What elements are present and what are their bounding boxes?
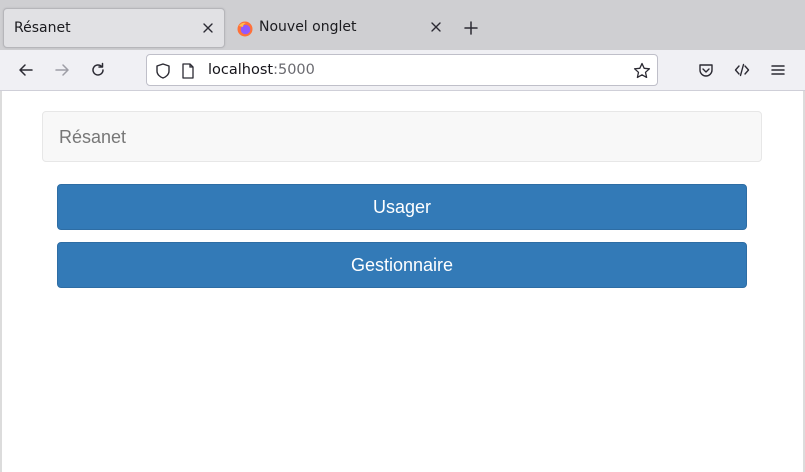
- tab-title: Résanet: [14, 20, 71, 36]
- back-button[interactable]: [14, 58, 38, 82]
- browser-window: Résanet Nouvel onglet localhost:5000 Rés…: [0, 0, 805, 472]
- tab-title: Nouvel onglet: [259, 19, 357, 35]
- pocket-button[interactable]: [694, 58, 718, 82]
- pocket-icon: [699, 64, 713, 77]
- tab-resanet[interactable]: Résanet: [3, 8, 225, 48]
- url-bar[interactable]: localhost:5000: [146, 54, 658, 86]
- page-icon: [180, 62, 196, 80]
- navigation-toolbar: localhost:5000: [0, 50, 805, 91]
- plus-icon: [464, 21, 478, 35]
- devtools-button[interactable]: [730, 58, 754, 82]
- reload-icon: [92, 62, 104, 76]
- new-tab-button[interactable]: [460, 17, 482, 39]
- usager-button[interactable]: Usager: [57, 184, 747, 230]
- menu-button[interactable]: [766, 58, 790, 82]
- arrow-right-icon: [55, 64, 69, 76]
- gestionnaire-button[interactable]: Gestionnaire: [57, 242, 747, 288]
- site-navbar: Résanet: [42, 111, 762, 162]
- close-tab-icon[interactable]: [427, 18, 445, 36]
- reload-button[interactable]: [86, 58, 110, 82]
- firefox-icon: [237, 21, 253, 37]
- shield-icon[interactable]: [154, 62, 172, 80]
- forward-button[interactable]: [50, 58, 74, 82]
- url-host: localhost: [208, 62, 274, 78]
- star-icon[interactable]: [632, 61, 652, 81]
- tab-nouvel-onglet[interactable]: Nouvel onglet: [228, 8, 452, 48]
- hamburger-menu-icon: [771, 65, 785, 75]
- url-text[interactable]: localhost:5000: [208, 62, 315, 78]
- close-tab-icon[interactable]: [199, 19, 217, 37]
- brand-link[interactable]: Résanet: [59, 127, 126, 148]
- tab-strip: Résanet Nouvel onglet: [0, 0, 805, 50]
- arrow-left-icon: [19, 64, 33, 76]
- page-content: Résanet Usager Gestionnaire: [0, 91, 805, 472]
- code-icon: [734, 63, 750, 77]
- url-port: :5000: [273, 62, 315, 78]
